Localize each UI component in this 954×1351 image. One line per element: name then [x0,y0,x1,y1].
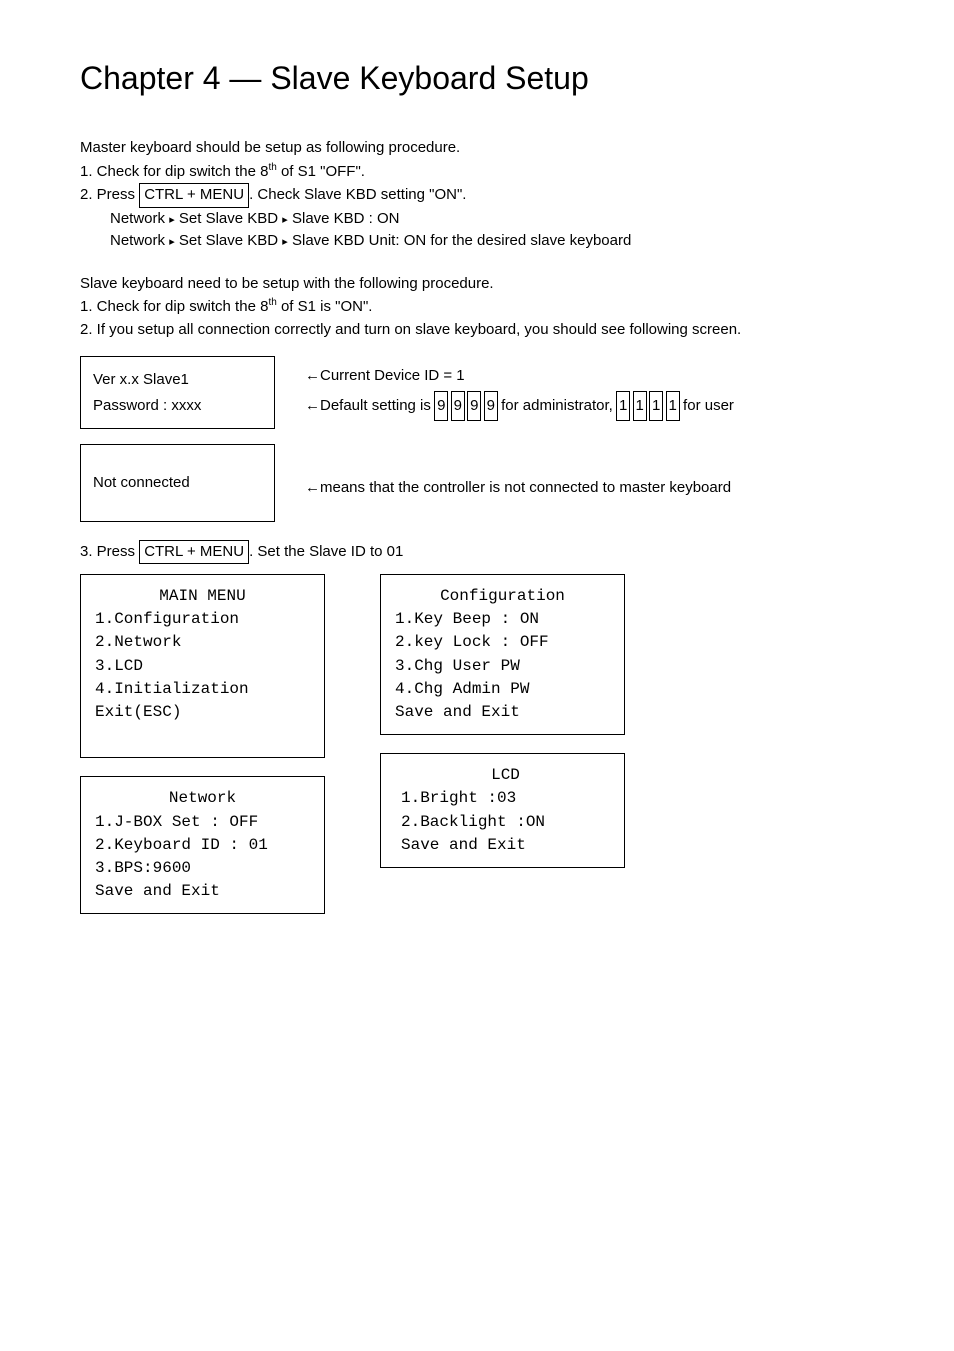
menu-item: 2.Backlight :ON [401,811,610,834]
chapter-title: Chapter 4 — Slave Keyboard Setup [80,60,874,97]
step-text: 3. Press [80,543,139,560]
menu-item: Exit(ESC) [95,701,310,724]
lcd-menu-box: LCD 1.Bright :03 2.Backlight :ON Save an… [380,753,625,868]
menu-item: 3.Chg User PW [395,655,610,678]
menu-item: 1.Bright :03 [401,787,610,810]
lcd-screen-1: Ver x.x Slave1 Password : xxxx [80,356,275,429]
config-menu-box: Configuration 1.Key Beep : ON 2.key Lock… [380,574,625,735]
menu-item: 2.Keyboard ID : 01 [95,834,310,857]
menu-item: 4.Initialization [95,678,310,701]
key-ctrl-menu: CTRL + MENU [139,540,249,565]
digit-9: 9 [484,391,498,422]
lcd-screen-2: Not connected [80,444,275,522]
desc-text: means that the controller is not connect… [320,479,731,496]
digit-9: 9 [467,391,481,422]
step-text: . Check Slave KBD setting "ON". [249,186,466,203]
desc-text: for user [679,397,734,414]
digit-1: 1 [666,391,680,422]
step-text: 1. Check for dip switch the 8 [80,298,268,315]
menu-item: Save and Exit [395,701,610,724]
path-text: Slave KBD Unit: ON for the desired slave… [288,232,632,249]
path-text: Set Slave KBD [175,210,283,227]
menu-item: 1.Configuration [95,608,310,631]
digit-1: 1 [616,391,630,422]
digit-9: 9 [434,391,448,422]
step-1-1: 1. Check for dip switch the 8th of S1 "O… [80,160,874,184]
step-2-2: 2. If you setup all connection correctly… [80,319,874,342]
key-ctrl-menu: CTRL + MENU [139,183,249,208]
path-text: Slave KBD : ON [288,210,400,227]
step-3: 3. Press CTRL + MENU. Set the Slave ID t… [80,540,874,565]
step-text: of S1 is "ON". [277,298,373,315]
menu-title: MAIN MENU [95,585,310,608]
menu-title: LCD [401,764,610,787]
superscript-th: th [268,162,276,173]
menu-item: 1.Key Beep : ON [395,608,610,631]
step-text: 2. Press [80,186,139,203]
digit-9: 9 [451,391,465,422]
lcd-screen-1-row: Ver x.x Slave1 Password : xxxx ←Current … [80,356,874,429]
menu-title: Network [95,787,310,810]
lcd-line: Ver x.x Slave1 [93,367,262,393]
desc-text: Current Device ID = 1 [320,367,465,384]
menu-item: 3.LCD [95,655,310,678]
digit-1: 1 [649,391,663,422]
arrow-left-icon: ← [305,479,320,496]
lcd-screen-2-desc: ←means that the controller is not connec… [305,444,731,503]
menu-item: 4.Chg Admin PW [395,678,610,701]
lcd-line: Password : xxxx [93,393,262,419]
network-path-1: Network ▸ Set Slave KBD ▸ Slave KBD : ON [80,208,874,231]
path-text: Network [110,232,169,249]
arrow-left-icon: ← [305,397,320,414]
lcd-line: Not connected [93,470,262,496]
intro-line: Slave keyboard need to be setup with the… [80,273,874,296]
step-text: 1. Check for dip switch the 8 [80,163,268,180]
master-procedure: Master keyboard should be setup as follo… [80,137,874,253]
menu-title: Configuration [395,585,610,608]
menu-item: Save and Exit [401,834,610,857]
path-text: Network [110,210,169,227]
step-text: of S1 "OFF". [277,163,365,180]
arrow-left-icon: ← [305,367,320,384]
intro-line: Master keyboard should be setup as follo… [80,137,874,160]
step-1-2: 2. Press CTRL + MENU. Check Slave KBD se… [80,183,874,208]
digit-1: 1 [633,391,647,422]
step-2-1: 1. Check for dip switch the 8th of S1 is… [80,295,874,319]
menu-item: Save and Exit [95,880,310,903]
lcd-screen-2-row: Not connected ←means that the controller… [80,444,874,522]
menu-item: 3.BPS:9600 [95,857,310,880]
slave-procedure: Slave keyboard need to be setup with the… [80,273,874,915]
menu-item: 1.J-BOX Set : OFF [95,811,310,834]
network-path-2: Network ▸ Set Slave KBD ▸ Slave KBD Unit… [80,230,874,253]
step-text: . Set the Slave ID to 01 [249,543,403,560]
menu-boxes-row: MAIN MENU 1.Configuration 2.Network 3.LC… [80,574,874,914]
superscript-th: th [268,297,276,308]
path-text: Set Slave KBD [175,232,283,249]
network-menu-box: Network 1.J-BOX Set : OFF 2.Keyboard ID … [80,776,325,914]
menu-item: 2.Network [95,631,310,654]
menu-item: 2.key Lock : OFF [395,631,610,654]
lcd-screen-1-desc: ←Current Device ID = 1 ←Default setting … [305,356,734,421]
main-menu-box: MAIN MENU 1.Configuration 2.Network 3.LC… [80,574,325,758]
desc-text: for administrator, [497,397,617,414]
menu-item-blank [95,724,310,747]
desc-text: Default setting is [320,397,435,414]
